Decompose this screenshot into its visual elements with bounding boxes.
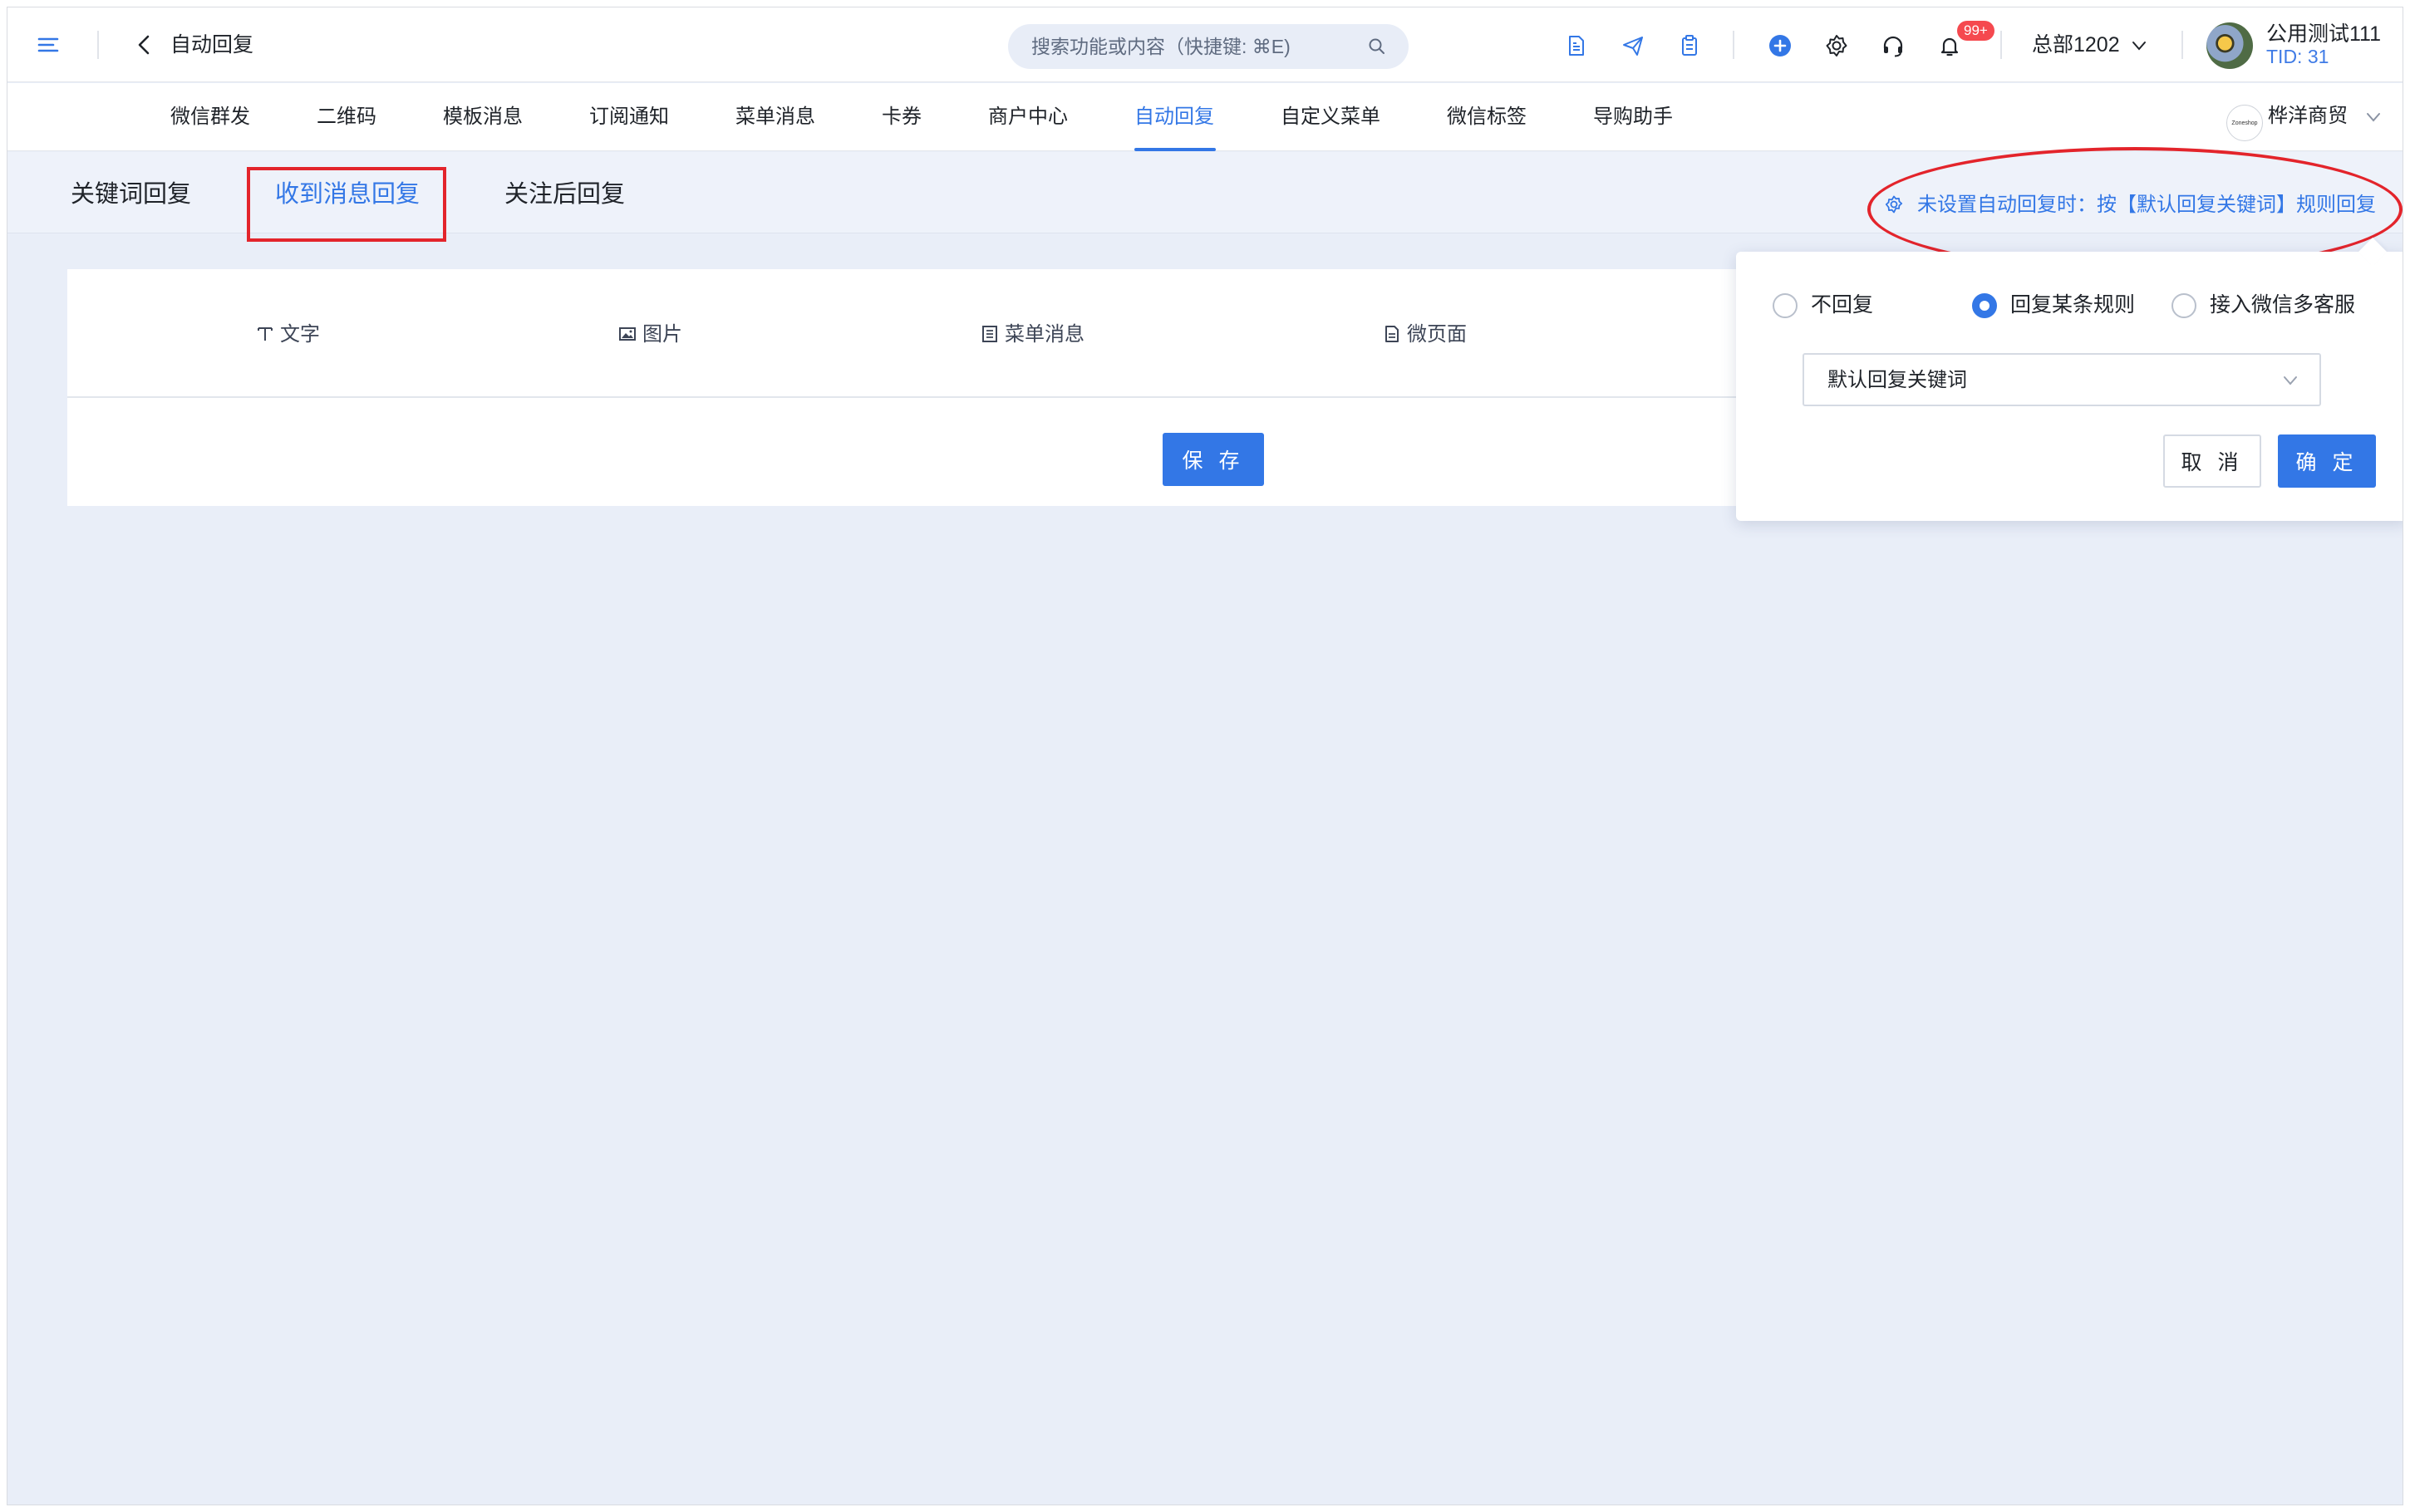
top-header: 自动回复 99+ 总部1202 [7,7,2403,82]
nav-item-auto-reply[interactable]: 自动回复 [1134,105,1214,130]
nav-item-shopping-assistant[interactable]: 导购助手 [1593,105,1673,130]
radio-wechat-customer-service[interactable]: 接入微信多客服 [2171,292,2356,319]
nav-item-coupons[interactable]: 卡券 [882,105,922,130]
user-tid: TID: 31 [2266,46,2329,67]
clipboard-icon[interactable] [1677,33,1702,58]
shop-selector[interactable]: 桦洋商贸 [2268,104,2348,129]
radio-label: 回复某条规则 [2010,293,2136,317]
tab-follow-reply[interactable]: 关注后回复 [504,179,625,209]
org-name: 总部1202 [2032,33,2120,56]
page-title: 自动回复 [170,33,254,56]
type-micro-page[interactable]: 微页面 [1382,322,1467,347]
type-label: 图片 [642,323,682,346]
radio-label: 接入微信多客服 [2210,293,2356,317]
default-reply-popover: 不回复 回复某条规则 接入微信多客服 默认回复关键词 取 消 确 定 [1736,238,2403,521]
chevron-down-icon[interactable] [2364,108,2383,126]
app-window: 自动回复 99+ 总部1202 [7,7,2403,1505]
list-icon [982,326,997,342]
org-selector[interactable]: 总部1202 [2032,32,2148,58]
radio-circle[interactable] [2171,293,2196,319]
menu-icon[interactable] [36,32,61,57]
user-name: 公用测试111 [2266,22,2382,46]
type-text[interactable]: 文字 [255,322,320,347]
nav-item-merchant-center[interactable]: 商户中心 [988,105,1068,130]
bell-icon[interactable] [1937,33,1962,58]
radio-circle[interactable] [1972,293,1997,319]
text-icon [258,327,273,341]
radio-no-reply[interactable]: 不回复 [1773,292,1874,319]
content-type-row: 文字 图片 菜单消息 微页面 [67,269,1779,398]
image-icon [619,327,636,341]
page-icon [1385,326,1399,342]
reply-editor-card: 文字 图片 菜单消息 微页面 保 存 [67,269,1779,506]
nav-item-custom-menu[interactable]: 自定义菜单 [1281,105,1380,130]
plus-circle-icon[interactable] [1768,33,1793,58]
tab-keyword-reply[interactable]: 关键词回复 [71,179,191,209]
divider [2181,31,2183,59]
nav-item-template-message[interactable]: 模板消息 [443,105,523,130]
rule-select[interactable]: 默认回复关键词 [1803,353,2321,406]
save-button[interactable]: 保 存 [1163,433,1264,486]
annotation-box [247,167,446,242]
notification-badge: 99+ [1957,21,1994,41]
type-menu-message[interactable]: 菜单消息 [980,322,1084,347]
radio-circle[interactable] [1773,293,1798,319]
shop-logo: Zoneshop [2226,105,2263,141]
nav-item-menu-message[interactable]: 菜单消息 [735,105,815,130]
back-chevron-icon[interactable] [132,32,157,57]
divider [2000,31,2002,59]
type-image[interactable]: 图片 [617,322,682,347]
confirm-button[interactable]: 确 定 [2278,434,2376,488]
active-nav-indicator [1134,148,1216,151]
search-input[interactable] [1031,24,1347,69]
cancel-button[interactable]: 取 消 [2163,434,2261,488]
send-icon[interactable] [1621,33,1645,58]
radio-reply-rule[interactable]: 回复某条规则 [1972,292,2136,319]
nav-item-wechat-broadcast[interactable]: 微信群发 [170,105,250,130]
rule-select-value: 默认回复关键词 [1827,369,1967,391]
main-nav: 微信群发 二维码 模板消息 订阅通知 菜单消息 卡券 商户中心 自动回复 自定义… [7,83,2403,151]
avatar[interactable] [2206,22,2253,69]
radio-label: 不回复 [1811,293,1874,317]
type-label: 文字 [280,323,320,346]
gear-icon[interactable] [1824,33,1849,58]
nav-item-qrcode[interactable]: 二维码 [317,105,376,130]
divider [97,31,99,59]
type-label: 微页面 [1407,323,1467,346]
nav-item-wechat-tags[interactable]: 微信标签 [1447,105,1527,130]
type-label: 菜单消息 [1005,323,1084,346]
chevron-down-icon [2284,376,2297,385]
global-search[interactable] [1008,24,1409,69]
chevron-down-icon [2132,42,2146,51]
search-icon[interactable] [1367,37,1387,56]
document-icon[interactable] [1564,33,1589,58]
nav-item-subscription-notice[interactable]: 订阅通知 [589,105,669,130]
divider [1733,31,1734,59]
headset-icon[interactable] [1881,33,1906,58]
